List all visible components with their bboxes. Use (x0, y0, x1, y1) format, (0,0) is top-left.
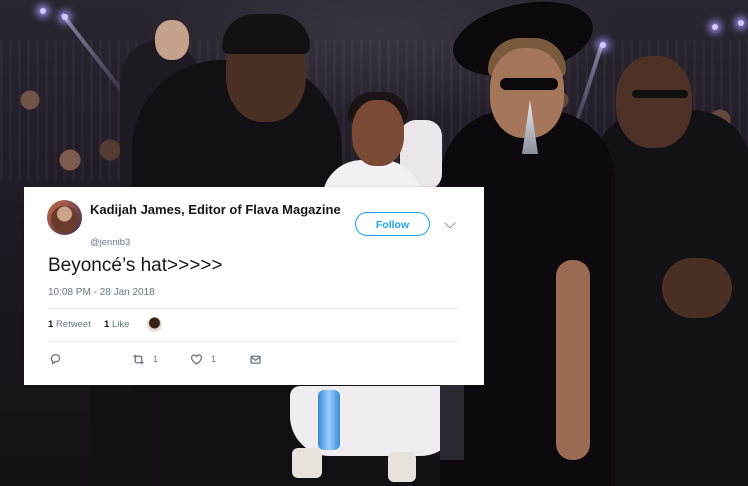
man-glasses (632, 90, 688, 98)
water-bottle (318, 390, 340, 450)
reply-icon (50, 353, 61, 365)
like-button[interactable]: 1 (190, 351, 216, 367)
tweet-timestamp[interactable]: 10:08 PM - 28 Jan 2018 (48, 287, 155, 298)
sunglasses (500, 78, 558, 90)
white-dress-skirt (290, 386, 460, 456)
liker-avatar[interactable] (147, 317, 162, 332)
clasped-hands (662, 258, 732, 318)
retweet-icon (133, 354, 144, 364)
envelope-icon (250, 355, 261, 364)
tweet-card: Kadijah James, Editor of Flava Magazine … (24, 187, 484, 385)
stage-light (738, 20, 744, 26)
retweet-action-count: 1 (153, 354, 159, 364)
man-in-tuxedo-hair (222, 14, 310, 54)
retweet-button[interactable]: 1 (132, 351, 158, 367)
chair-leg (440, 380, 464, 460)
chevron-down-icon[interactable] (444, 217, 456, 229)
like-count[interactable]: 1 (104, 319, 109, 330)
like-label[interactable]: Like (112, 319, 129, 330)
tweet-stats: 1 Retweet 1 Like (48, 319, 129, 330)
girl-head (352, 100, 404, 166)
user-handle[interactable]: @jennib3 (90, 237, 130, 248)
man-in-tuxedo-leg (90, 386, 150, 486)
display-name[interactable]: Kadijah James, Editor of Flava Magazine (90, 202, 341, 217)
white-shoe (292, 448, 322, 478)
white-shoe (388, 452, 416, 482)
direct-message-button[interactable] (249, 351, 262, 367)
background-person-head (155, 20, 189, 60)
heart-icon (190, 353, 203, 365)
man-in-dark-suit-head (616, 56, 692, 148)
tweet-actions: 1 1 (48, 351, 458, 367)
tweet-text: Beyoncé’s hat>>>>> (48, 255, 223, 276)
stage-light (712, 24, 718, 30)
woman-leg (556, 260, 590, 460)
avatar[interactable] (47, 200, 82, 235)
like-action-count: 1 (211, 354, 217, 364)
divider (48, 308, 458, 309)
retweet-count[interactable]: 1 (48, 319, 53, 330)
divider (48, 341, 458, 342)
follow-button[interactable]: Follow (355, 212, 430, 236)
reply-button[interactable] (49, 351, 62, 367)
stage-light (40, 8, 46, 14)
retweet-label[interactable]: Retweet (56, 319, 91, 330)
